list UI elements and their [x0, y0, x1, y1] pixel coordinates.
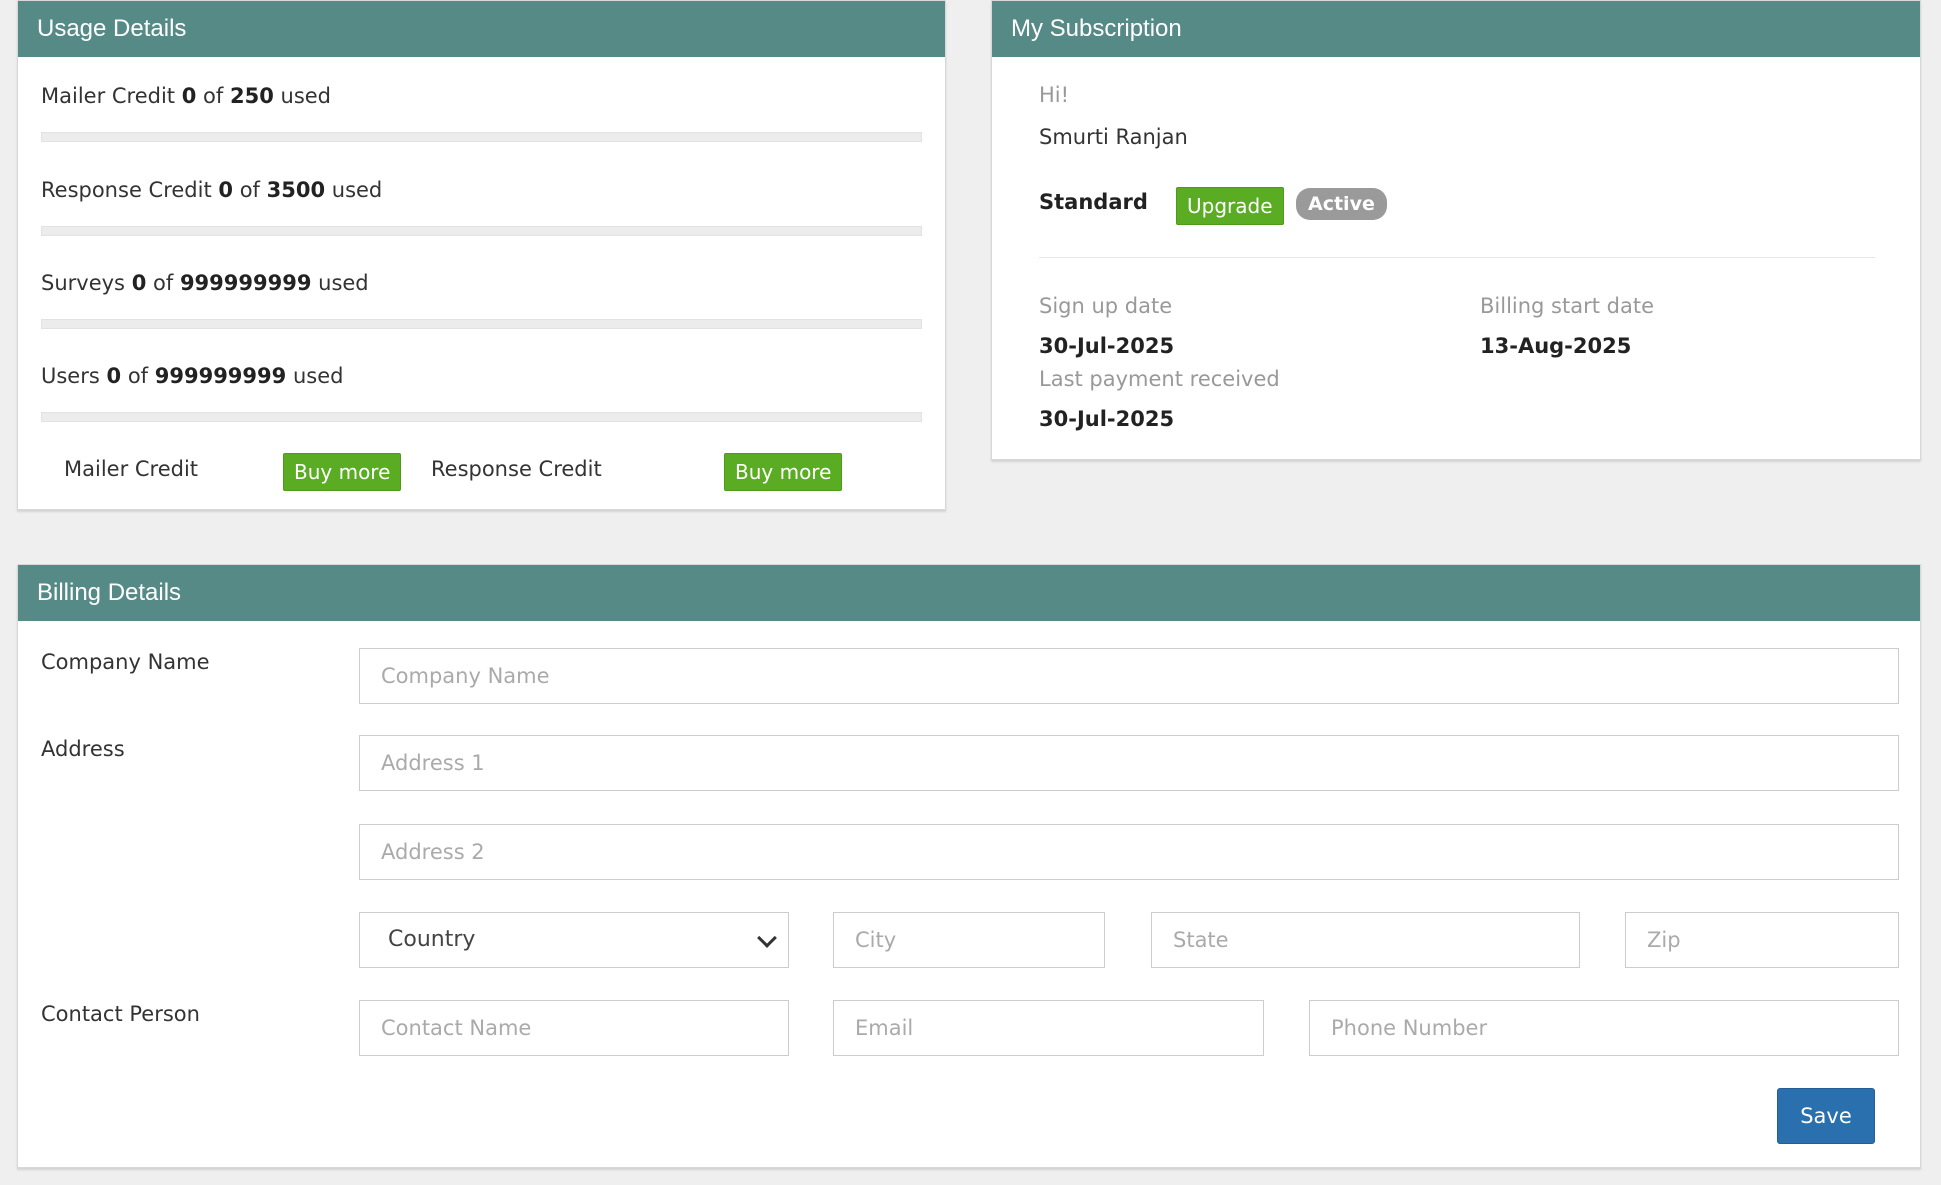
usage-item-response-credit: Response Credit 0 of 3500 used [41, 175, 922, 236]
usage-label: Mailer Credit [41, 84, 176, 108]
country-select[interactable]: Country [359, 912, 789, 968]
usage-item-users: Users 0 of 999999999 used [41, 361, 922, 422]
usage-suffix: used [292, 364, 344, 388]
buy-more-mailer-button[interactable]: Buy more [283, 453, 402, 491]
address2-input[interactable] [359, 824, 1899, 880]
billing-start-label: Billing start date [1480, 294, 1654, 318]
company-name-input[interactable] [359, 648, 1899, 704]
usage-suffix: used [318, 271, 369, 295]
usage-used: 0 [218, 178, 233, 202]
usage-item-mailer-credit: Mailer Credit 0 of 250 used [41, 81, 922, 142]
usage-used: 0 [181, 84, 197, 108]
chevron-down-icon [757, 928, 777, 948]
usage-suffix: used [331, 178, 383, 202]
status-badge: Active [1296, 188, 1387, 220]
usage-details-panel: Usage Details Mailer Credit 0 of 250 use… [17, 0, 946, 510]
usage-used: 0 [131, 271, 147, 295]
phone-number-input[interactable] [1309, 1000, 1899, 1056]
signup-date-value: 30-Jul-2025 [1039, 334, 1175, 358]
contact-name-input[interactable] [359, 1000, 789, 1056]
buy-more-response-button[interactable]: Buy more [724, 453, 843, 491]
usage-total: 3500 [266, 178, 326, 202]
usage-label: Surveys [41, 271, 125, 295]
last-payment-label: Last payment received [1039, 367, 1280, 391]
usage-label: Users [41, 364, 100, 388]
usage-of: of [127, 364, 149, 388]
usage-of: of [153, 271, 174, 295]
user-name: Smurti Ranjan [1039, 125, 1188, 149]
usage-total: 250 [229, 84, 274, 108]
subscription-title: My Subscription [992, 1, 1920, 57]
usage-of: of [239, 178, 260, 202]
billing-details-panel: Billing Details Company Name Address Cou… [17, 564, 1921, 1168]
divider [1039, 257, 1875, 258]
usage-progress-bar [41, 226, 922, 236]
save-button[interactable]: Save [1777, 1088, 1875, 1144]
country-selected-value: Country [388, 927, 476, 952]
subscription-panel: My Subscription Hi! Smurti Ranjan Standa… [991, 0, 1921, 460]
billing-start-value: 13-Aug-2025 [1480, 334, 1632, 358]
usage-used: 0 [106, 364, 122, 388]
usage-suffix: used [280, 84, 332, 108]
usage-label: Response Credit [41, 178, 212, 202]
billing-details-title: Billing Details [18, 565, 1920, 621]
usage-of: of [203, 84, 224, 108]
last-payment-value: 30-Jul-2025 [1039, 407, 1175, 431]
buy-more-row: Mailer Credit Buy more Response Credit B… [18, 451, 945, 491]
address1-input[interactable] [359, 735, 1899, 791]
upgrade-button[interactable]: Upgrade [1176, 187, 1284, 225]
state-input[interactable] [1151, 912, 1580, 968]
buy-response-credit-label: Response Credit [431, 457, 602, 481]
email-input[interactable] [833, 1000, 1264, 1056]
zip-input[interactable] [1625, 912, 1899, 968]
usage-progress-bar [41, 412, 922, 422]
usage-details-title: Usage Details [18, 1, 945, 57]
signup-date-label: Sign up date [1039, 294, 1173, 318]
usage-total: 999999999 [179, 271, 312, 295]
usage-total: 999999999 [154, 364, 287, 388]
usage-item-surveys: Surveys 0 of 999999999 used [41, 268, 922, 329]
contact-person-label: Contact Person [41, 1002, 200, 1026]
greeting: Hi! [1039, 83, 1070, 107]
usage-progress-bar [41, 132, 922, 142]
address-label: Address [41, 737, 125, 761]
company-name-label: Company Name [41, 650, 210, 674]
buy-mailer-credit-label: Mailer Credit [64, 457, 199, 481]
plan-name: Standard [1039, 190, 1148, 214]
usage-progress-bar [41, 319, 922, 329]
city-input[interactable] [833, 912, 1105, 968]
